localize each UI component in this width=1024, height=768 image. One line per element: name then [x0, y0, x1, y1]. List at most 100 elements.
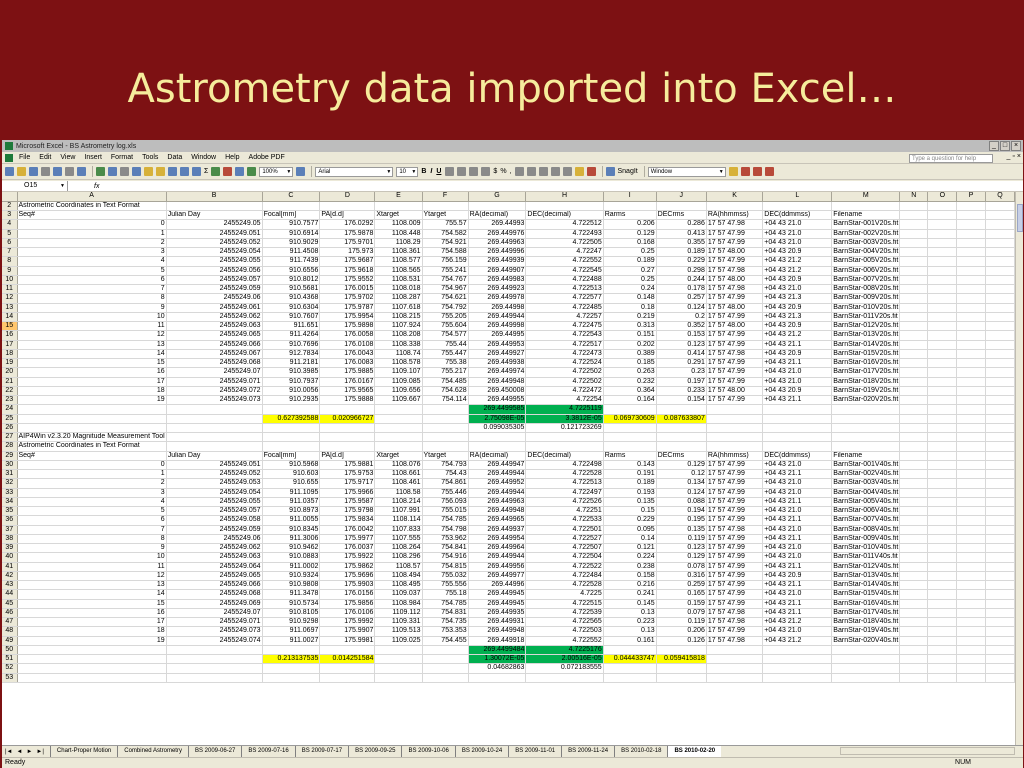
cell[interactable]: 269.449923	[468, 284, 527, 295]
menu-edit[interactable]: Edit	[39, 154, 51, 161]
cell[interactable]: 19	[17, 636, 167, 646]
cell[interactable]: 0.134	[656, 478, 707, 489]
cell[interactable]	[899, 367, 929, 378]
cell[interactable]: 0.069730609	[603, 414, 657, 424]
cell[interactable]	[603, 663, 657, 674]
cell[interactable]: 754.582	[422, 229, 469, 239]
cell[interactable]: 8	[17, 293, 167, 304]
cell[interactable]	[985, 395, 1015, 406]
cell[interactable]	[17, 414, 167, 424]
cell[interactable]	[706, 404, 764, 415]
cell[interactable]: DECrms	[656, 451, 707, 461]
bold-button[interactable]: B	[421, 168, 426, 175]
cell[interactable]: +04 43 21.1	[762, 358, 833, 369]
cell[interactable]: 911.3006	[262, 534, 321, 545]
cell[interactable]: 755.447	[422, 349, 469, 360]
cell[interactable]	[927, 441, 958, 452]
cell[interactable]: +04 43 20.9	[762, 303, 833, 313]
cell[interactable]: BarnStar-003V20s.fit	[831, 238, 901, 249]
cell[interactable]: 0.151	[603, 330, 657, 341]
cell[interactable]: +04 43 21.0	[762, 367, 833, 378]
cell[interactable]: DEC(ddmmss)	[762, 451, 833, 461]
cell[interactable]	[985, 626, 1015, 637]
cell[interactable]: BarnStar-008V20s.fit	[831, 284, 901, 295]
cell[interactable]: 4.722552	[525, 636, 604, 646]
align-right-icon[interactable]	[469, 167, 479, 176]
cell[interactable]: 269.449907	[468, 266, 527, 276]
cell[interactable]	[985, 386, 1015, 397]
cell[interactable]: 175.9992	[319, 617, 376, 628]
cell[interactable]: +04 43 20.9	[762, 247, 833, 258]
cell[interactable]: 1108.214	[374, 497, 423, 508]
cell[interactable]: 10	[17, 312, 167, 323]
cell[interactable]: 2455249.052	[166, 469, 263, 480]
last-sheet-icon[interactable]: ►|	[36, 749, 44, 755]
cell[interactable]: 1109.331	[374, 617, 423, 628]
cell[interactable]	[956, 451, 986, 461]
row-header[interactable]: 16	[2, 330, 18, 341]
italic-button[interactable]: I	[430, 168, 432, 175]
cell[interactable]: 911.0357	[262, 497, 321, 508]
cell[interactable]	[956, 460, 986, 471]
cell[interactable]: 0.352	[656, 321, 707, 332]
row-header[interactable]: 50	[2, 645, 18, 656]
cell[interactable]	[422, 414, 469, 424]
cell[interactable]: 1108.577	[374, 256, 423, 267]
cell[interactable]: 175.9753	[319, 469, 376, 480]
cell[interactable]	[927, 562, 958, 572]
cell[interactable]: 2455249.053	[166, 478, 263, 489]
cell[interactable]	[899, 321, 929, 332]
cell[interactable]: 269.449963	[468, 497, 527, 508]
cell[interactable]	[762, 414, 833, 424]
cell[interactable]: 911.7439	[262, 256, 321, 267]
cell[interactable]: 0.13	[603, 608, 657, 619]
cell[interactable]: 2455249.068	[166, 358, 263, 369]
row-header[interactable]: 42	[2, 571, 18, 582]
cell[interactable]: 0	[17, 460, 167, 471]
cell[interactable]: +04 43 21.0	[762, 238, 833, 249]
cell[interactable]: 911.0027	[262, 636, 321, 646]
cell[interactable]: 910.0056	[262, 386, 321, 397]
undo-icon[interactable]	[168, 167, 177, 176]
cell[interactable]: 0.161	[603, 636, 657, 646]
cell[interactable]: 14	[17, 349, 167, 360]
cell[interactable]: 176.0043	[319, 349, 376, 360]
row-header[interactable]: 10	[2, 275, 18, 286]
cell[interactable]	[985, 210, 1015, 221]
cell[interactable]: 269.449931	[468, 617, 527, 628]
cell[interactable]	[603, 201, 657, 212]
cell[interactable]	[374, 654, 423, 665]
column-header[interactable]: G	[468, 192, 527, 202]
cell[interactable]	[262, 423, 321, 434]
row-header[interactable]: 32	[2, 478, 18, 489]
cell[interactable]	[422, 441, 469, 452]
cell[interactable]	[985, 608, 1015, 619]
cell[interactable]: 269.449945	[468, 599, 527, 609]
cell[interactable]: 17 57 47.99	[706, 506, 764, 517]
sheet-tab[interactable]: BS 2009-10-24	[454, 746, 509, 757]
cell[interactable]: RA(decimal)	[468, 451, 527, 461]
toolbar-options-icon[interactable]	[728, 167, 738, 176]
cell[interactable]	[927, 284, 958, 295]
cell[interactable]	[927, 608, 958, 619]
cell[interactable]: 910.7696	[262, 340, 321, 350]
cell[interactable]: 176.0167	[319, 377, 376, 387]
cell[interactable]: PA[d.d]	[319, 451, 376, 461]
cell[interactable]: 0.126	[656, 636, 707, 646]
cell[interactable]	[985, 589, 1015, 600]
cell[interactable]: 4.722502	[525, 377, 604, 387]
cell[interactable]: 0.18	[603, 303, 657, 313]
cell[interactable]: 1109.085	[374, 377, 423, 387]
cell[interactable]: BarnStar-002V40s.fit	[831, 469, 901, 480]
cell[interactable]: Focal[mm]	[262, 451, 321, 461]
cell[interactable]: 2455249.054	[166, 247, 263, 258]
cell[interactable]: 176.0058	[319, 330, 376, 341]
cell[interactable]	[956, 478, 986, 489]
cell[interactable]	[985, 525, 1015, 535]
cell[interactable]: 4.722528	[525, 469, 604, 480]
cell[interactable]: +04 43 21.2	[762, 266, 833, 276]
cell[interactable]	[525, 201, 604, 212]
cell[interactable]: 1108.565	[374, 266, 423, 276]
cell[interactable]: 4.722515	[525, 599, 604, 609]
help-icon[interactable]	[296, 167, 306, 176]
